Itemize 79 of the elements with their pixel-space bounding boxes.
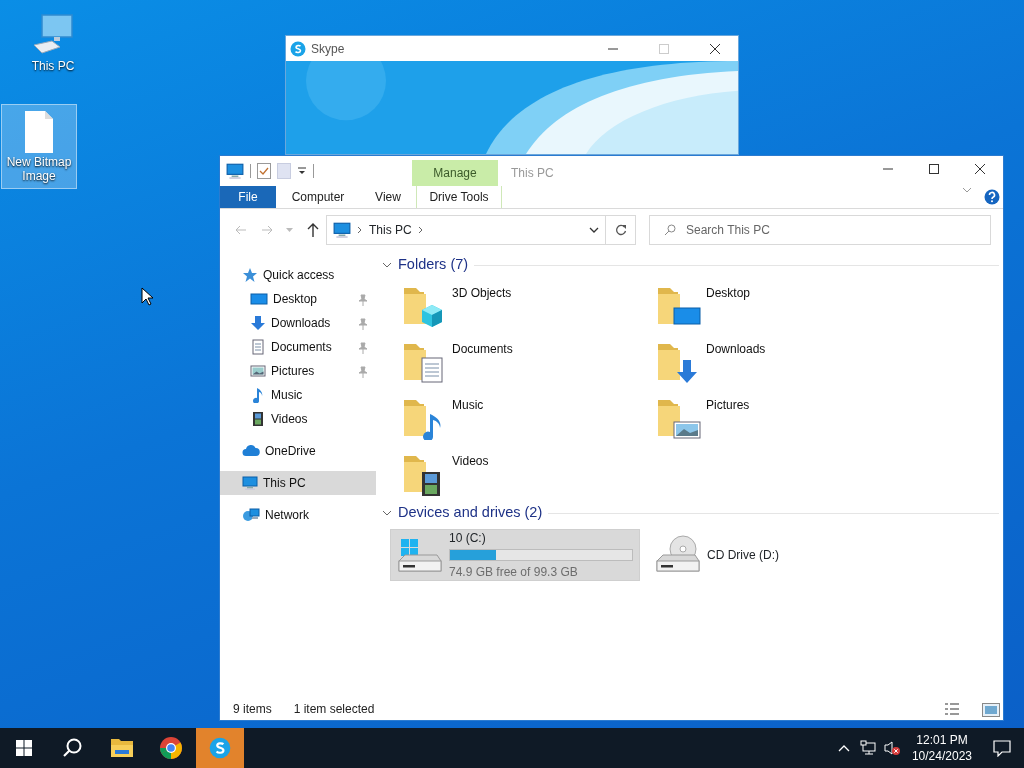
network-icon[interactable] xyxy=(859,740,876,756)
ribbon-tab[interactable]: File xyxy=(220,186,276,208)
large-icons-view-icon[interactable] xyxy=(982,702,1000,717)
nav-item[interactable]: Downloads xyxy=(220,311,376,335)
nav-item[interactable]: Videos xyxy=(220,407,376,431)
chrome-icon xyxy=(159,736,183,760)
computer-icon xyxy=(333,221,351,239)
refresh-icon xyxy=(614,224,627,236)
chevron-up-icon[interactable] xyxy=(837,744,850,752)
desktop-icon[interactable]: This PC xyxy=(15,8,91,79)
folder-item[interactable]: Desktop xyxy=(654,277,908,333)
chevron-down-icon[interactable] xyxy=(589,226,599,234)
nav-item[interactable]: OneDrive xyxy=(220,439,376,463)
ribbon-tab[interactable]: View xyxy=(360,186,416,208)
nav-item[interactable]: Pictures xyxy=(220,359,376,383)
icon-label: This PC xyxy=(31,59,75,74)
folder-item[interactable]: Pictures xyxy=(654,389,908,445)
document-icon xyxy=(250,339,266,355)
close-icon xyxy=(710,43,720,54)
drive-label: CD Drive (D:) xyxy=(707,547,780,564)
nav-item[interactable]: Documents xyxy=(220,335,376,359)
dropdown-icon[interactable] xyxy=(297,166,307,176)
up-arrow-icon[interactable] xyxy=(307,223,320,237)
volume-muted-icon[interactable] xyxy=(882,740,901,756)
free-space-text: 74.9 GB free of 99.3 GB xyxy=(449,564,579,581)
drive-item[interactable]: 10 (C:) 74.9 GB free of 99.3 GB xyxy=(390,529,640,581)
clock[interactable]: 12:01 PM 10/24/2023 xyxy=(903,731,980,765)
chevron-right-icon xyxy=(357,226,363,234)
nav-item[interactable]: This PC xyxy=(220,471,376,495)
search-field[interactable]: Search This PC xyxy=(649,215,991,245)
folder-item[interactable]: 3D Objects xyxy=(400,277,654,333)
network-icon xyxy=(242,507,260,523)
star-icon xyxy=(242,267,258,283)
drive-item[interactable]: CD Drive (D:) xyxy=(648,529,898,581)
properties-icon[interactable] xyxy=(257,163,271,179)
folder-item[interactable]: Music xyxy=(400,389,654,445)
notification-icon[interactable] xyxy=(993,739,1011,757)
skype-icon xyxy=(209,737,231,759)
refresh-button[interactable] xyxy=(606,215,636,245)
folder-item[interactable]: Documents xyxy=(400,333,654,389)
computer-icon xyxy=(242,475,258,491)
maximize-icon xyxy=(659,43,669,54)
desktop-icon xyxy=(250,291,268,307)
section-header[interactable]: Devices and drives (2) xyxy=(398,502,543,524)
computer-icon xyxy=(226,162,244,180)
search-icon xyxy=(664,224,676,236)
nav-item[interactable]: Desktop xyxy=(220,287,376,311)
nav-item[interactable]: Music xyxy=(220,383,376,407)
section-header[interactable]: Folders (7) xyxy=(398,254,469,276)
drive-label: 10 (C:) xyxy=(449,530,487,547)
chevron-down-icon[interactable] xyxy=(382,509,392,517)
film-icon xyxy=(250,411,266,427)
selection-count: 1 item selected xyxy=(293,701,375,718)
chevron-down-icon[interactable] xyxy=(382,261,392,269)
cursor-icon xyxy=(141,287,153,306)
window-title: This PC xyxy=(510,165,555,182)
details-view-icon[interactable] xyxy=(944,702,960,716)
nav-item[interactable]: Network xyxy=(220,503,376,527)
nav-item[interactable]: Quick access xyxy=(220,263,376,287)
folder-item[interactable]: Downloads xyxy=(654,333,908,389)
ribbon-tab[interactable]: Computer xyxy=(276,186,360,208)
picture-icon xyxy=(250,363,266,379)
skype-icon xyxy=(290,40,306,57)
folder-item[interactable]: Videos xyxy=(400,445,654,501)
chevron-right-icon xyxy=(417,226,424,234)
cloud-icon xyxy=(242,443,260,459)
close-icon xyxy=(975,163,985,174)
windows-logo-icon xyxy=(16,740,32,756)
icon-label: New Bitmap Image xyxy=(5,155,73,184)
breadcrumb[interactable]: This PC xyxy=(369,221,412,239)
download-icon xyxy=(250,315,266,331)
window-title: Skype xyxy=(311,40,345,58)
address-bar[interactable]: This PC xyxy=(326,215,606,245)
context-tab-header: Manage xyxy=(412,160,498,186)
search-icon xyxy=(62,737,84,759)
item-count: 9 items xyxy=(233,701,272,718)
ribbon-tab[interactable]: Drive Tools xyxy=(416,186,502,208)
help-icon[interactable] xyxy=(984,189,1000,205)
maximize-icon xyxy=(929,163,939,174)
